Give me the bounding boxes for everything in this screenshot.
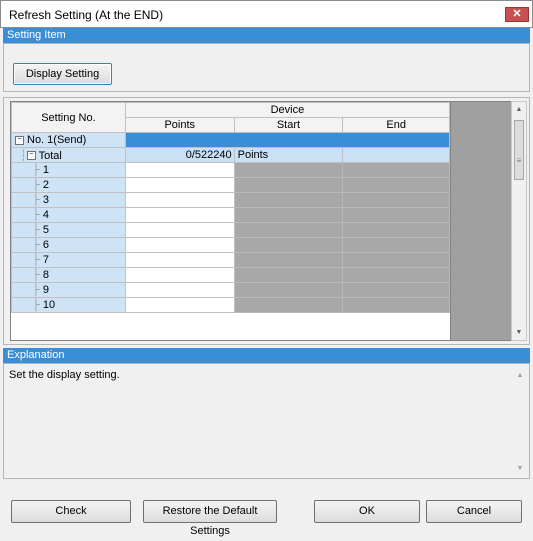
explanation-header: Explanation	[3, 348, 530, 363]
header-start: Start	[233, 117, 344, 133]
explanation-text: Set the display setting.	[9, 369, 120, 381]
grid-empty-area	[451, 101, 511, 341]
explanation-panel: Set the display setting. ▲ ▼	[3, 363, 530, 479]
end-cell	[342, 237, 450, 253]
row-label: ├ 5	[11, 222, 126, 238]
dialog-button-bar: Check Restore the Default Settings OK Ca…	[0, 484, 533, 537]
end-cell	[342, 267, 450, 283]
header-setting-no: Setting No.	[11, 102, 126, 133]
group-cell[interactable]: − No. 1(Send)	[11, 132, 126, 148]
check-button[interactable]: Check	[11, 500, 131, 523]
setting-item-header: Setting Item	[3, 28, 530, 43]
row-label: ├ 8	[11, 267, 126, 283]
points-input[interactable]	[124, 267, 235, 283]
points-input[interactable]	[124, 252, 235, 268]
explanation-scrollbar[interactable]: ▲ ▼	[513, 364, 529, 478]
table-row[interactable]: ├ 10	[11, 297, 450, 313]
row-label: ├ 10	[11, 297, 126, 313]
cancel-button[interactable]: Cancel	[426, 500, 522, 523]
end-cell	[342, 177, 450, 193]
total-points-unit: Points	[233, 147, 344, 163]
scrollbar-thumb[interactable]	[514, 120, 524, 180]
group-device-cell	[124, 132, 450, 148]
points-input[interactable]	[124, 282, 235, 298]
row-label: ├ 4	[11, 207, 126, 223]
restore-defaults-button[interactable]: Restore the Default Settings	[143, 500, 277, 537]
start-cell	[233, 267, 344, 283]
total-points-value: 0/522240	[124, 147, 235, 163]
total-row[interactable]: ┆ − Total 0/522240 Points	[11, 147, 450, 163]
table-row[interactable]: ├ 8	[11, 267, 450, 283]
scroll-down-icon[interactable]: ▼	[513, 465, 527, 472]
end-cell	[342, 192, 450, 208]
start-cell	[233, 282, 344, 298]
row-label: ├ 2	[11, 177, 126, 193]
scroll-up-icon[interactable]: ▲	[513, 372, 527, 379]
points-input[interactable]	[124, 297, 235, 313]
start-cell	[233, 192, 344, 208]
scroll-down-icon[interactable]: ▼	[512, 329, 526, 336]
points-input[interactable]	[124, 177, 235, 193]
group-row[interactable]: − No. 1(Send)	[11, 132, 450, 148]
display-setting-button[interactable]: Display Setting	[13, 63, 112, 85]
start-cell	[233, 177, 344, 193]
row-label: ├ 6	[11, 237, 126, 253]
header-points: Points	[124, 117, 235, 133]
start-cell	[233, 207, 344, 223]
ok-button[interactable]: OK	[314, 500, 420, 523]
end-cell	[342, 162, 450, 178]
points-input[interactable]	[124, 192, 235, 208]
header-device: Device	[124, 102, 450, 118]
collapse-icon[interactable]: −	[26, 151, 36, 161]
end-cell	[342, 222, 450, 238]
total-label: Total	[38, 149, 62, 162]
end-cell	[342, 297, 450, 313]
row-label: ├ 7	[11, 252, 126, 268]
header-end: End	[342, 117, 450, 133]
refresh-setting-grid[interactable]: Setting No. Device Points Start End − No.…	[10, 101, 451, 341]
table-row[interactable]: ├ 1	[11, 162, 450, 178]
start-cell	[233, 252, 344, 268]
points-input[interactable]	[124, 207, 235, 223]
collapse-icon[interactable]: −	[15, 135, 24, 145]
scroll-up-icon[interactable]: ▲	[512, 106, 526, 113]
table-row[interactable]: ├ 2	[11, 177, 450, 193]
table-row[interactable]: ├ 3	[11, 192, 450, 208]
close-button[interactable]: ✕	[505, 7, 529, 22]
total-cell[interactable]: ┆ − Total	[11, 147, 126, 163]
points-input[interactable]	[124, 162, 235, 178]
points-input[interactable]	[124, 222, 235, 238]
total-end-cell	[342, 147, 450, 163]
table-row[interactable]: ├ 6	[11, 237, 450, 253]
start-cell	[233, 237, 344, 253]
window-title: Refresh Setting (At the END)	[9, 8, 164, 22]
setting-item-panel: Display Setting	[3, 43, 530, 92]
settings-table: Setting No. Device Points Start End − No.…	[11, 102, 450, 313]
table-row[interactable]: ├ 9	[11, 282, 450, 298]
row-label: ├ 3	[11, 192, 126, 208]
start-cell	[233, 162, 344, 178]
table-row[interactable]: ├ 4	[11, 207, 450, 223]
end-cell	[342, 207, 450, 223]
grip-icon: ≡	[516, 156, 522, 165]
end-cell	[342, 252, 450, 268]
start-cell	[233, 222, 344, 238]
points-input[interactable]	[124, 237, 235, 253]
group-label: No. 1(Send)	[27, 134, 87, 146]
start-cell	[233, 297, 344, 313]
table-row[interactable]: ├ 5	[11, 222, 450, 238]
table-row[interactable]: ├ 7	[11, 252, 450, 268]
row-label: ├ 1	[11, 162, 126, 178]
grid-scrollbar[interactable]: ▲ ≡ ▼	[511, 101, 527, 341]
row-label: ├ 9	[11, 282, 126, 298]
title-bar: Refresh Setting (At the END) ✕	[0, 0, 533, 28]
end-cell	[342, 282, 450, 298]
close-icon: ✕	[512, 8, 522, 20]
